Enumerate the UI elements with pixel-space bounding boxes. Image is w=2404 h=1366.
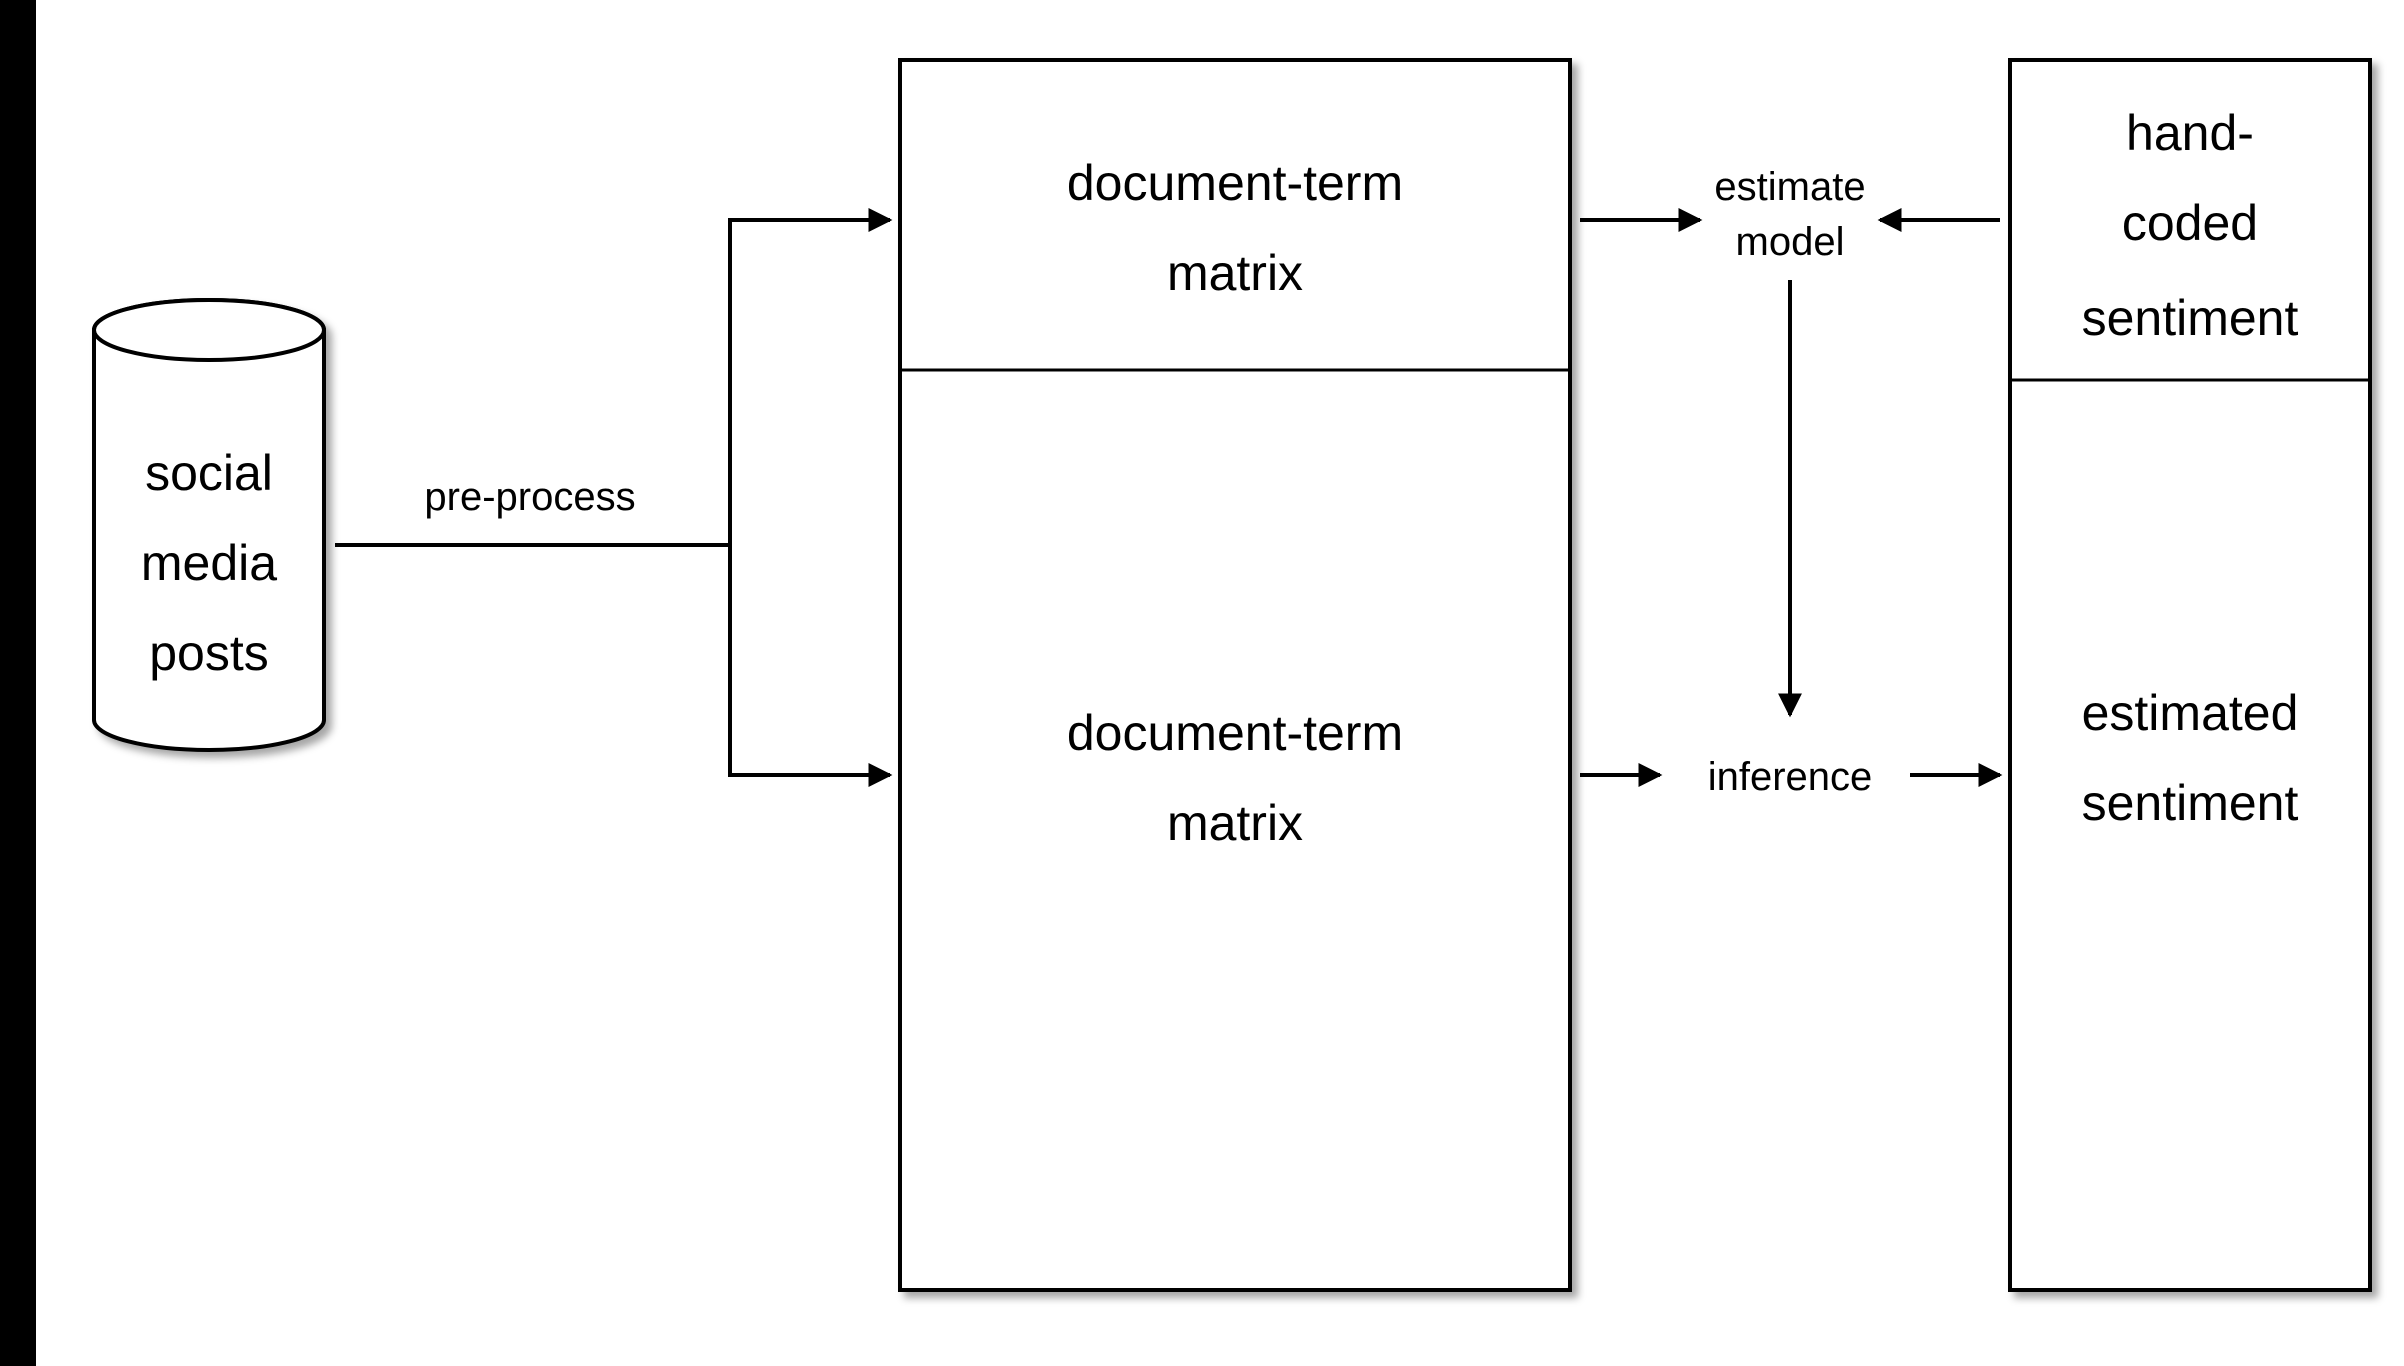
hand-label-2: coded xyxy=(2122,195,2258,251)
dtm-bot-label-2: matrix xyxy=(1167,795,1303,851)
dtm-container: document-term matrix document-term matri… xyxy=(900,60,1570,1290)
est-label-1: estimated xyxy=(2082,685,2299,741)
social-media-posts-cylinder: social media posts xyxy=(94,300,324,750)
left-black-bar xyxy=(0,0,36,1366)
preprocess-edge: pre-process xyxy=(335,220,890,775)
hand-label-1: hand- xyxy=(2126,105,2254,161)
est-label-2: sentiment xyxy=(2082,775,2299,831)
dtm-top-label-1: document-term xyxy=(1067,155,1403,211)
sentiment-container: hand- coded sentiment estimated sentimen… xyxy=(2010,60,2370,1290)
source-label-3: posts xyxy=(149,625,269,681)
inference-label: inference xyxy=(1708,755,1873,799)
preprocess-label: pre-process xyxy=(424,475,635,519)
diagram-svg: social media posts document-term matrix … xyxy=(0,0,2404,1366)
diagram-stage: social media posts document-term matrix … xyxy=(0,0,2404,1366)
source-label-2: media xyxy=(141,535,277,591)
dtm-bot-label-1: document-term xyxy=(1067,705,1403,761)
dtm-top-label-2: matrix xyxy=(1167,245,1303,301)
estimate-label-2: model xyxy=(1736,220,1845,264)
source-label-1: social xyxy=(145,445,273,501)
estimate-label-1: estimate xyxy=(1714,165,1865,209)
hand-label-3: sentiment xyxy=(2082,290,2299,346)
